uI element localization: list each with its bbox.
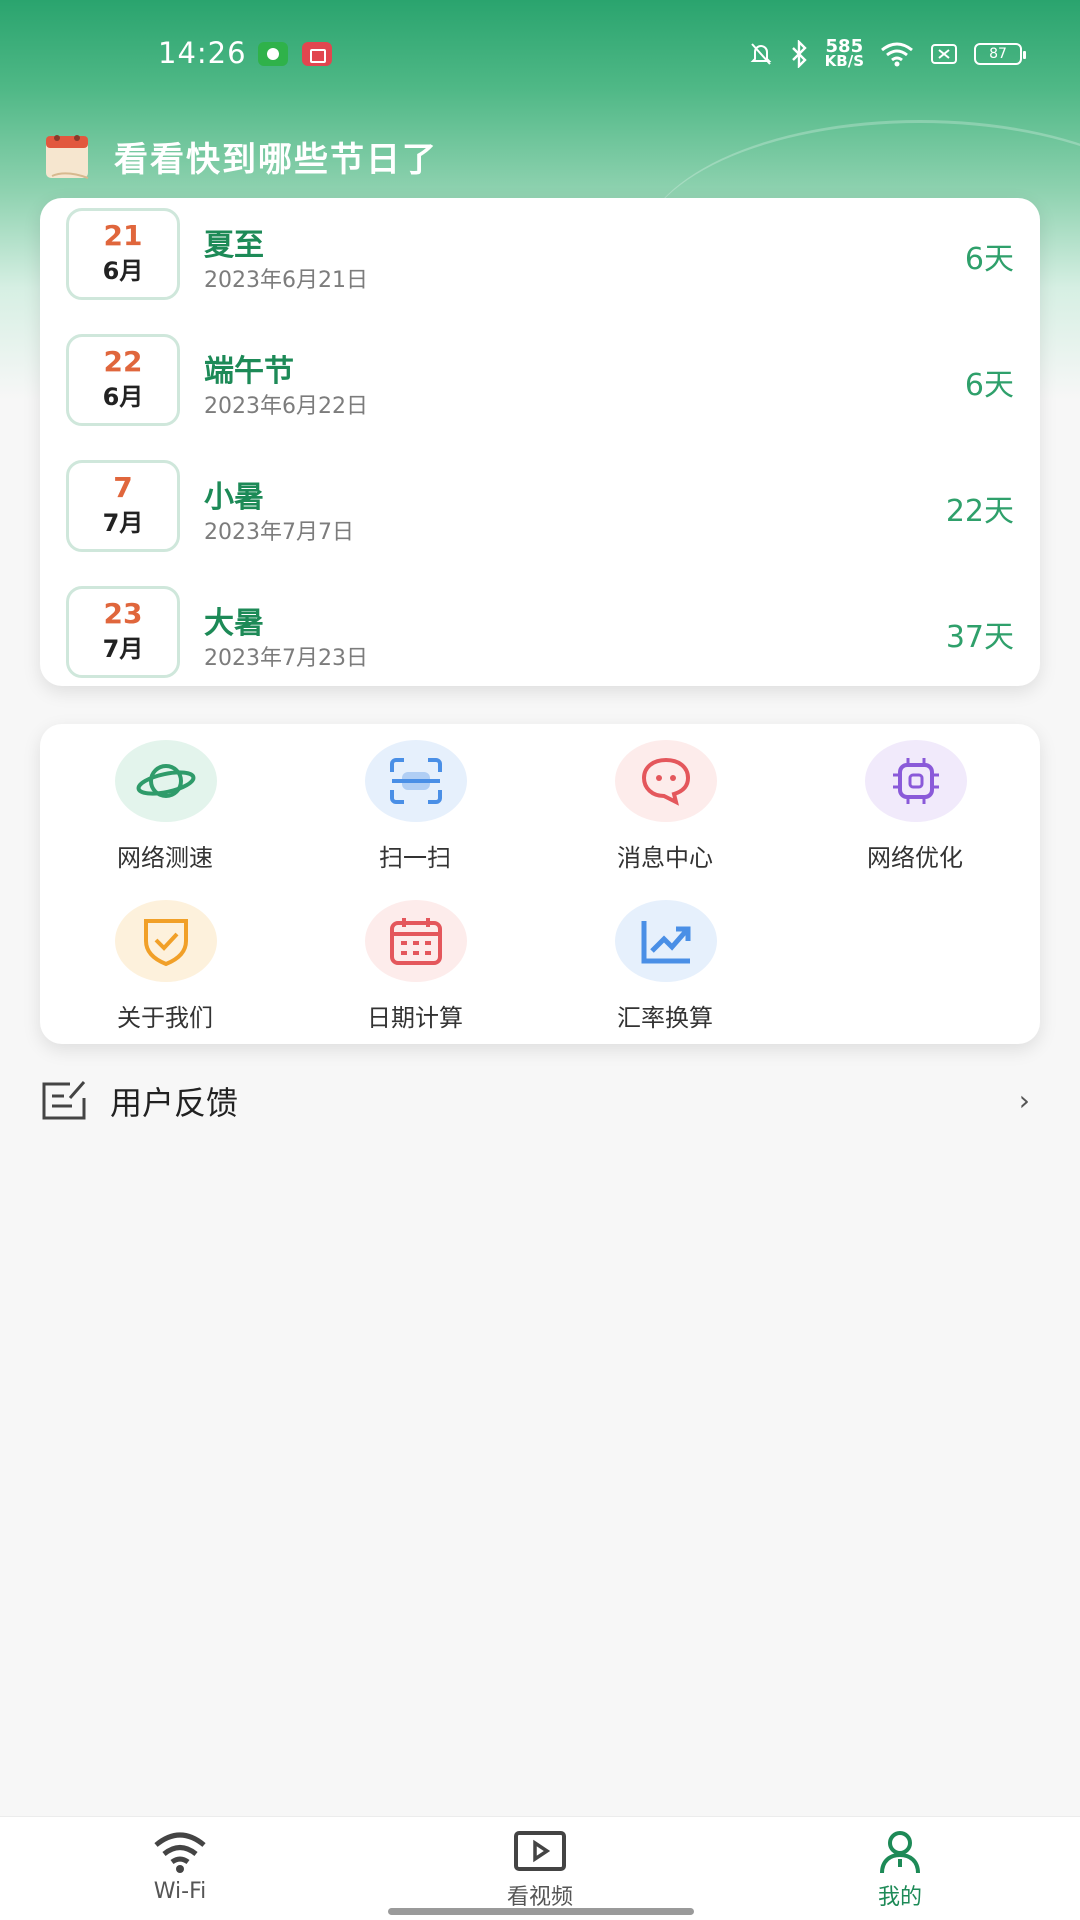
festival-item[interactable]: 21 6月 夏至 2023年6月21日 6天 <box>40 198 1040 324</box>
nav-label: 我的 <box>877 1885 922 1910</box>
tool-network-optimize[interactable]: 网络优化 <box>790 726 1040 876</box>
shield-check-icon <box>144 919 188 967</box>
nav-item-mine[interactable]: 我的 <box>720 1817 1080 1920</box>
tool-label: 网络测速 <box>117 844 213 872</box>
nav-item-wifi[interactable]: Wi-Fi <box>0 1817 360 1920</box>
chip-icon <box>893 758 939 804</box>
bluetooth-icon <box>791 40 807 68</box>
festival-section-header: 看看快到哪些节日了 <box>42 128 438 184</box>
tool-label: 消息中心 <box>617 844 713 872</box>
festival-day: 21 <box>103 219 143 252</box>
message-icon <box>641 757 691 806</box>
tool-label: 汇率换算 <box>617 1004 713 1032</box>
tool-icon-bg <box>365 900 467 982</box>
video-play-icon <box>514 1831 566 1871</box>
festival-item[interactable]: 22 6月 端午节 2023年6月22日 6天 <box>40 324 1040 450</box>
scan-icon <box>390 758 442 804</box>
feedback-label: 用户反馈 <box>110 1084 239 1122</box>
festival-days-left: 22天 <box>945 494 1014 529</box>
festival-day: 22 <box>103 345 143 378</box>
festival-item[interactable]: 7 7月 小暑 2023年7月7日 22天 <box>40 450 1040 576</box>
date-box: 21 6月 <box>66 208 180 300</box>
calendar-icon <box>46 135 89 179</box>
tools-grid: 网络测速 扫一扫 消息中心 网络优化 关于我们 日期计算 汇率换算 <box>40 724 1040 1044</box>
status-icons: 585 KB/S 87 <box>749 36 1026 72</box>
festival-name: 夏至 <box>204 228 264 263</box>
tool-network-speed-test[interactable]: 网络测速 <box>40 726 290 876</box>
tool-icon-bg <box>365 740 467 822</box>
planet-icon <box>136 764 196 798</box>
section-title: 看看快到哪些节日了 <box>114 139 438 180</box>
tool-icon-bg <box>115 740 217 822</box>
user-icon <box>880 1831 920 1874</box>
tool-label: 扫一扫 <box>379 844 451 872</box>
sim-icon <box>931 44 957 64</box>
tool-exchange-rate[interactable]: 汇率换算 <box>540 886 790 1036</box>
wifi-icon <box>154 1832 206 1873</box>
wifi-icon <box>881 42 913 67</box>
festival-name: 小暑 <box>204 480 264 515</box>
tool-message-center[interactable]: 消息中心 <box>540 726 790 876</box>
shield-badge-icon <box>258 42 288 66</box>
festival-month: 7月 <box>102 635 144 663</box>
date-box: 23 7月 <box>66 586 180 678</box>
tool-scan[interactable]: 扫一扫 <box>290 726 540 876</box>
trend-chart-icon <box>641 921 691 964</box>
chevron-right-icon: › <box>1018 1084 1030 1117</box>
calendar-grid-icon <box>390 918 442 965</box>
festival-date: 2023年7月23日 <box>204 646 368 671</box>
tool-icon-bg <box>115 900 217 982</box>
festival-name: 端午节 <box>204 354 294 389</box>
tool-date-calc[interactable]: 日期计算 <box>290 886 540 1036</box>
festival-days-left: 6天 <box>964 368 1014 403</box>
date-box: 22 6月 <box>66 334 180 426</box>
net-speed: 585 KB/S <box>824 38 864 70</box>
festival-day: 23 <box>103 597 143 630</box>
net-speed-unit: KB/S <box>824 52 864 70</box>
festival-item[interactable]: 23 7月 大暑 2023年7月23日 37天 <box>40 576 1040 686</box>
festival-day: 7 <box>113 471 133 504</box>
screen-record-icon <box>302 42 332 66</box>
festival-date: 2023年7月7日 <box>204 520 354 545</box>
festival-date: 2023年6月21日 <box>204 268 368 293</box>
tool-label: 关于我们 <box>117 1004 213 1032</box>
festival-month: 7月 <box>102 509 144 537</box>
date-box: 7 7月 <box>66 460 180 552</box>
tool-icon-bg <box>615 740 717 822</box>
bottom-nav: Wi-Fi 看视频 我的 <box>0 1816 1080 1920</box>
tool-icon-bg <box>865 740 967 822</box>
mute-icon <box>750 43 772 65</box>
status-time: 14:26 <box>158 36 247 70</box>
festival-date: 2023年6月22日 <box>204 394 368 419</box>
nav-item-video[interactable]: 看视频 <box>360 1817 720 1920</box>
nav-label: 看视频 <box>506 1885 573 1910</box>
festival-list: 21 6月 夏至 2023年6月21日 6天 22 6月 端午节 2023年6月… <box>40 198 1040 686</box>
festival-name: 大暑 <box>204 606 264 641</box>
status-bar: 14:26 585 KB/S 87 <box>0 0 1080 110</box>
nav-label: Wi-Fi <box>153 1879 207 1904</box>
tool-about-us[interactable]: 关于我们 <box>40 886 290 1036</box>
feedback-row[interactable]: 用户反馈 › <box>40 1068 1040 1132</box>
festival-month: 6月 <box>102 383 144 411</box>
tool-icon-bg <box>615 900 717 982</box>
tool-label: 日期计算 <box>367 1004 463 1032</box>
tool-label: 网络优化 <box>867 844 963 872</box>
festival-month: 6月 <box>102 257 144 285</box>
home-indicator[interactable] <box>388 1908 694 1915</box>
festival-days-left: 37天 <box>945 620 1014 655</box>
festival-days-left: 6天 <box>964 242 1014 277</box>
edit-note-icon <box>42 1081 86 1120</box>
battery-icon: 87 <box>974 43 1026 65</box>
